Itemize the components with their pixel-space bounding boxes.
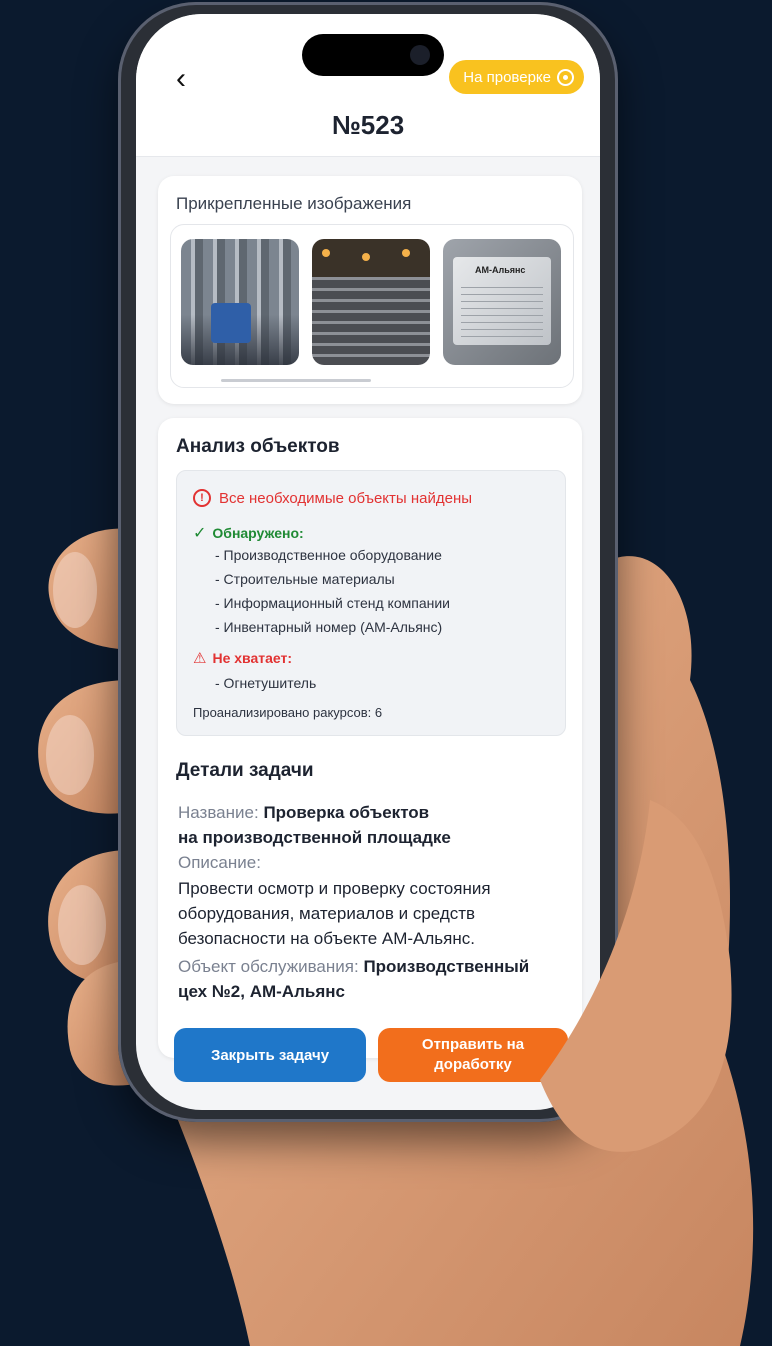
thumb-overlay xyxy=(540,800,732,1152)
